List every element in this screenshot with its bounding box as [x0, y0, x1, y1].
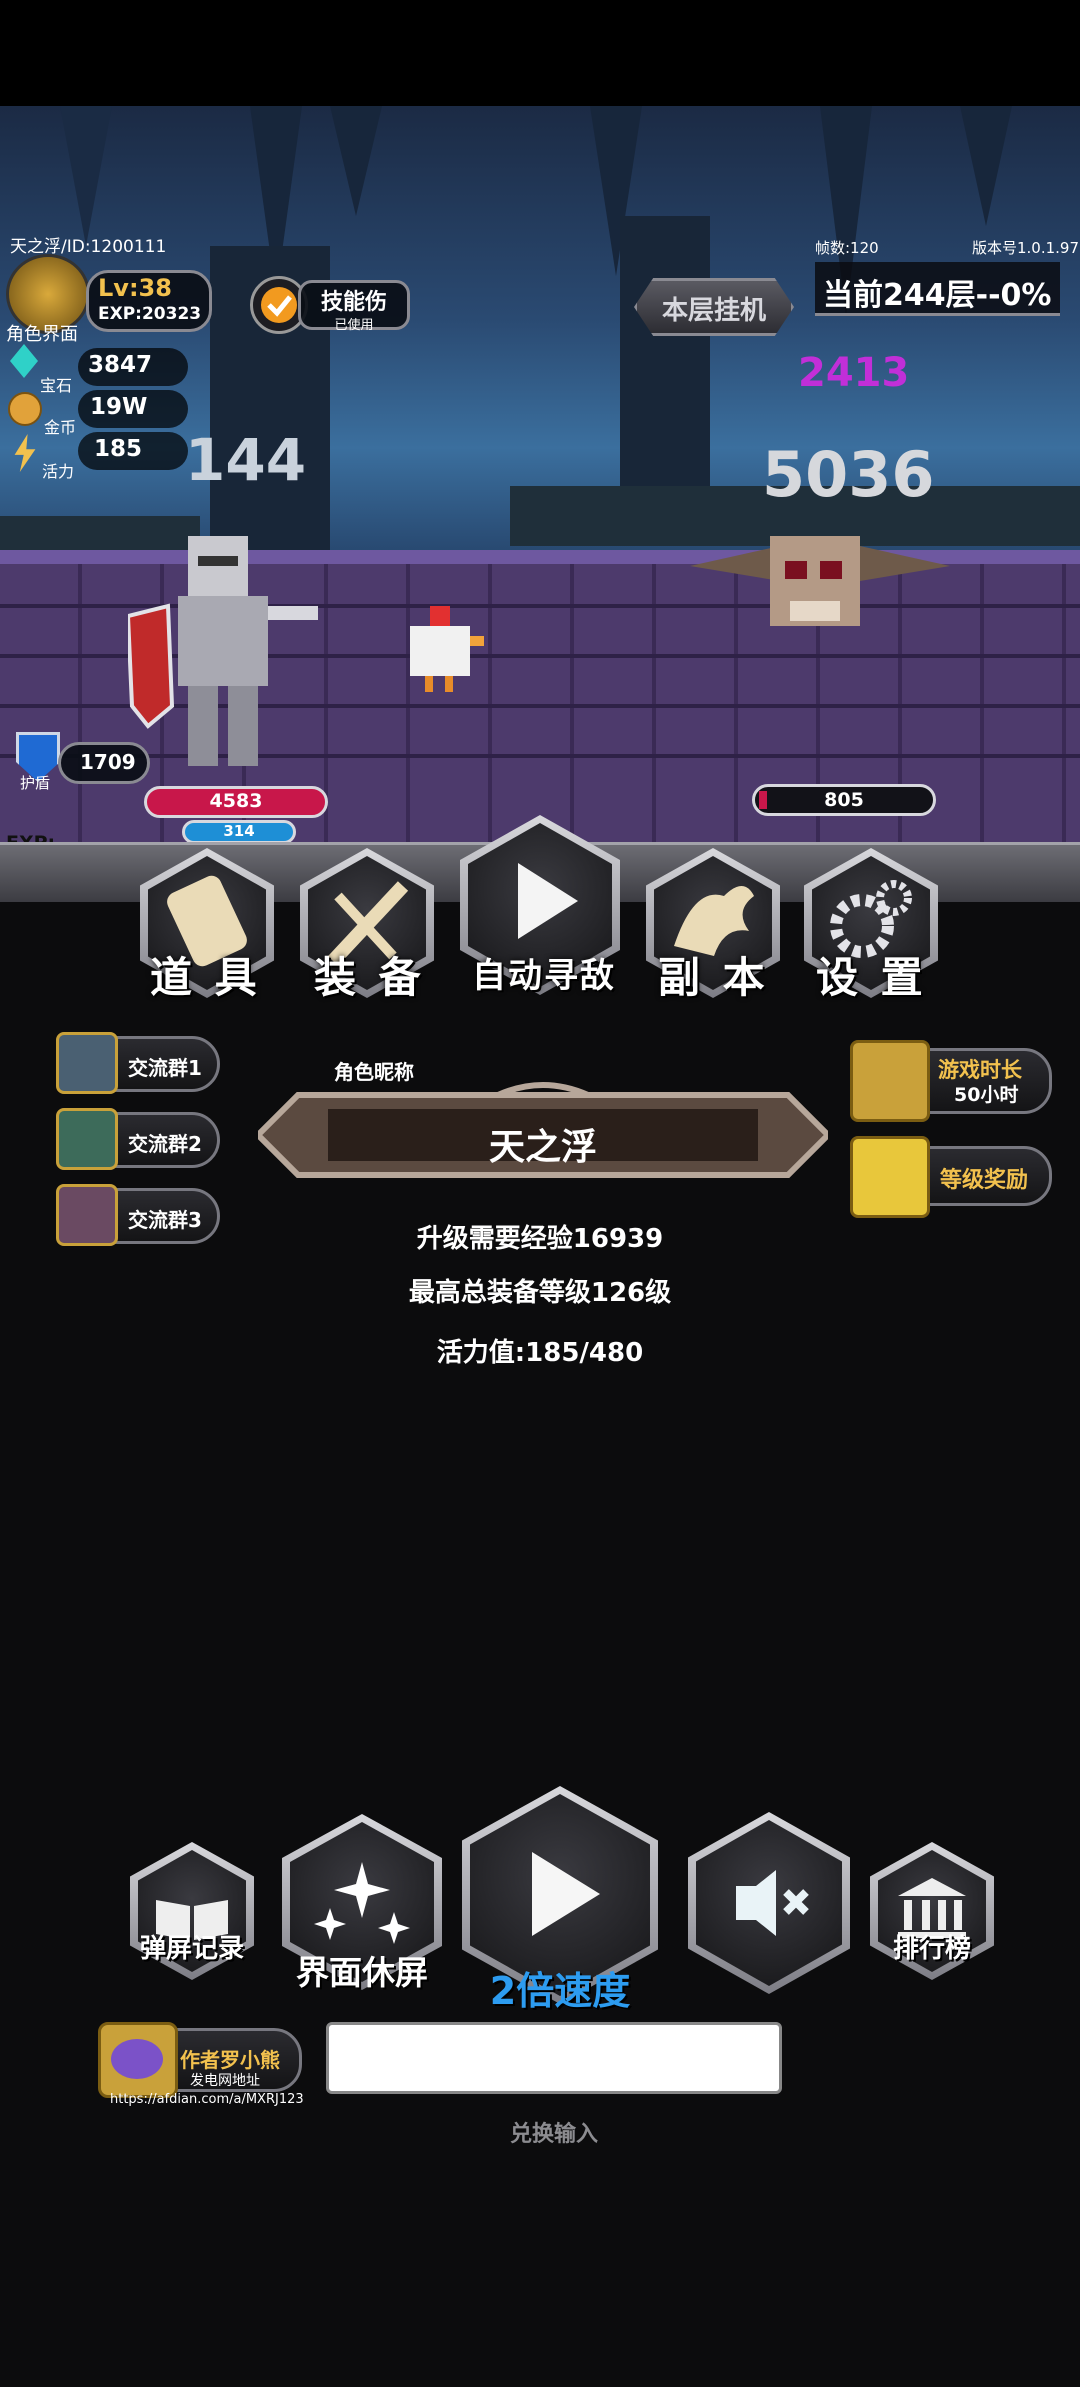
- energy-stat-text: 活力值:185/480: [436, 1338, 644, 1368]
- skill-button-label: 技能伤: [320, 290, 387, 315]
- max-equip-text: 最高总装备等级126级: [408, 1278, 672, 1308]
- role-label[interactable]: 角色界面: [6, 320, 78, 346]
- nickname-value: 天之浮: [488, 1127, 597, 1168]
- knight-sprite: [128, 536, 318, 766]
- menu-label-equipment: 装 备: [314, 953, 425, 1002]
- author-avatar-blob: [111, 2039, 163, 2079]
- shield-value: 1709: [80, 750, 136, 774]
- helmet-icon: [850, 1136, 930, 1218]
- battle-scene: 144 5036 2413: [0, 106, 1080, 866]
- gold-value: 19W: [90, 394, 148, 420]
- knight-avatar-icon: [56, 1032, 118, 1094]
- energy-label: 活力: [42, 462, 75, 481]
- play-time-value: 50小时: [954, 1084, 1019, 1106]
- gems-label: 宝石: [40, 376, 73, 395]
- group-label-1: 交流群1: [128, 1056, 202, 1080]
- author-url[interactable]: https://afdian.com/a/MXRJ123: [110, 2092, 304, 2107]
- hourglass-icon: [850, 1040, 930, 1122]
- knight-avatar-icon: [56, 1108, 118, 1170]
- redeem-label[interactable]: 兑换输入: [326, 2116, 782, 2148]
- shield-label: 护盾: [20, 774, 51, 792]
- stalactite: [960, 106, 1012, 226]
- gems-value: 3847: [88, 352, 153, 378]
- upgrade-exp-text: 升级需要经验16939: [416, 1224, 664, 1254]
- version-text: 版本号1.0.1.97: [972, 239, 1080, 257]
- speaker-muted-icon: [736, 1870, 809, 1936]
- player-hp-value: 4583: [209, 790, 263, 812]
- fps-text: 帧数:120: [815, 239, 879, 257]
- screensaver-label: 界面休屏: [296, 1953, 428, 1992]
- stalactite: [60, 106, 112, 246]
- skill-button-sub: 已使用: [334, 318, 374, 333]
- energy-value: 185: [94, 436, 143, 462]
- menu-label-dungeon: 副 本: [658, 953, 769, 1002]
- author-name: 作者罗小熊: [180, 2048, 280, 2072]
- floor-idle-label: 本层挂机: [661, 296, 766, 326]
- author-avatar-icon: [98, 2022, 178, 2098]
- game-screen: 144 5036 2413 天之浮/ID:1200111 Lv:38 EXP:2…: [0, 0, 1080, 2387]
- menu-label-auto-find: 自动寻敌: [472, 956, 616, 996]
- skull-monster-sprite: [690, 536, 950, 626]
- redeem-input[interactable]: [326, 2022, 782, 2094]
- damage-number-player: 144: [185, 426, 307, 494]
- leaderboard-label: 排行榜: [892, 1934, 971, 1964]
- stalactite: [330, 106, 382, 216]
- damage-number-enemy: 5036: [762, 438, 935, 511]
- status-bar-area: [0, 0, 1080, 106]
- enemy-hp-value: 805: [824, 789, 864, 811]
- floor-progress-text: 当前244层--0%: [823, 278, 1052, 313]
- level-reward-title: 等级奖励: [940, 1168, 1029, 1193]
- chicken-sprite: [410, 606, 484, 692]
- barrage-log-label: 弹屏记录: [139, 1934, 244, 1964]
- menu-label-settings: 设 置: [816, 953, 927, 1002]
- gold-label: 金币: [44, 418, 77, 437]
- mute-button[interactable]: [688, 1812, 850, 1994]
- author-sub: 发电网地址: [190, 2073, 260, 2089]
- level-text: Lv:38: [98, 274, 172, 302]
- player-id: 天之浮/ID:1200111: [10, 237, 167, 257]
- crit-number: 2413: [798, 350, 910, 396]
- coin-icon: [8, 392, 42, 426]
- exp-text: EXP:20323: [98, 304, 202, 324]
- menu-label-items: 道 具: [150, 953, 261, 1002]
- speed-label: 2倍速度: [489, 1969, 631, 2013]
- group-label-2: 交流群2: [128, 1132, 202, 1156]
- player-mp-value: 314: [223, 822, 255, 840]
